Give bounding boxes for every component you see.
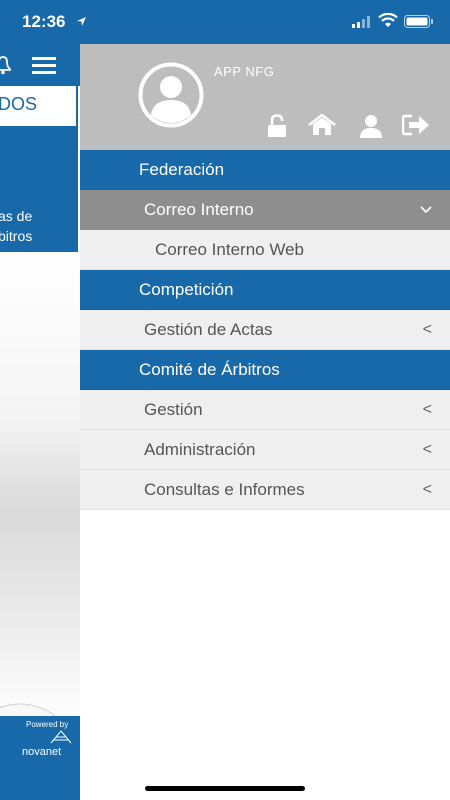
powered-by-label: Powered by [26, 720, 69, 729]
menu-item-administracion[interactable]: Administración < [80, 430, 450, 470]
background-tab[interactable]: DOS [0, 86, 78, 126]
location-arrow-icon [76, 14, 87, 32]
background-card-line2: bitros [0, 228, 33, 244]
drawer-header: APP NFG [80, 44, 450, 150]
menu-subitem-correo-interno-web[interactable]: Correo Interno Web [80, 230, 450, 270]
menu-section-comite-de-arbitros[interactable]: Comité de Árbitros [80, 350, 450, 390]
navigation-drawer: APP NFG Federación Correo Interno Correo… [80, 44, 450, 800]
menu-section-federacion[interactable]: Federación [80, 150, 450, 190]
menu-item-consultas-e-informes[interactable]: Consultas e Informes < [80, 470, 450, 510]
avatar-icon[interactable] [138, 62, 204, 128]
status-bar: 12:36 [0, 0, 450, 44]
chevron-left-icon: < [422, 321, 432, 338]
menu-item-correo-interno[interactable]: Correo Interno [80, 190, 450, 230]
chevron-left-icon: < [422, 441, 432, 458]
menu-item-gestion[interactable]: Gestión < [80, 390, 450, 430]
drawer-menu: Federación Correo Interno Correo Interno… [80, 150, 450, 510]
cellular-signal-icon [352, 15, 372, 33]
background-card-line1: as de [0, 208, 33, 224]
unlock-icon[interactable] [266, 114, 288, 143]
home-icon[interactable] [308, 113, 336, 141]
battery-icon [404, 15, 434, 33]
menu-section-competicion[interactable]: Competición [80, 270, 450, 310]
background-page: DOS as de bitros Powered by novanet [0, 44, 80, 800]
background-header [0, 44, 80, 86]
chevron-left-icon: < [422, 481, 432, 498]
user-icon[interactable] [360, 114, 382, 143]
background-card[interactable]: as de bitros [0, 126, 78, 252]
background-footer: Powered by novanet [0, 716, 80, 800]
chevron-down-icon [420, 190, 432, 230]
wifi-icon [378, 12, 398, 33]
app-name: APP NFG [214, 64, 275, 79]
background-image [0, 252, 80, 800]
logout-icon[interactable] [401, 114, 430, 141]
status-time: 12:36 [22, 12, 66, 31]
home-indicator[interactable] [145, 786, 305, 791]
menu-item-gestion-de-actas[interactable]: Gestión de Actas < [80, 310, 450, 350]
bell-icon[interactable] [0, 54, 12, 81]
hamburger-menu-icon[interactable] [32, 55, 56, 80]
novanet-logo-icon [50, 730, 72, 744]
novanet-brand: novanet [22, 746, 62, 758]
chevron-left-icon: < [422, 401, 432, 418]
